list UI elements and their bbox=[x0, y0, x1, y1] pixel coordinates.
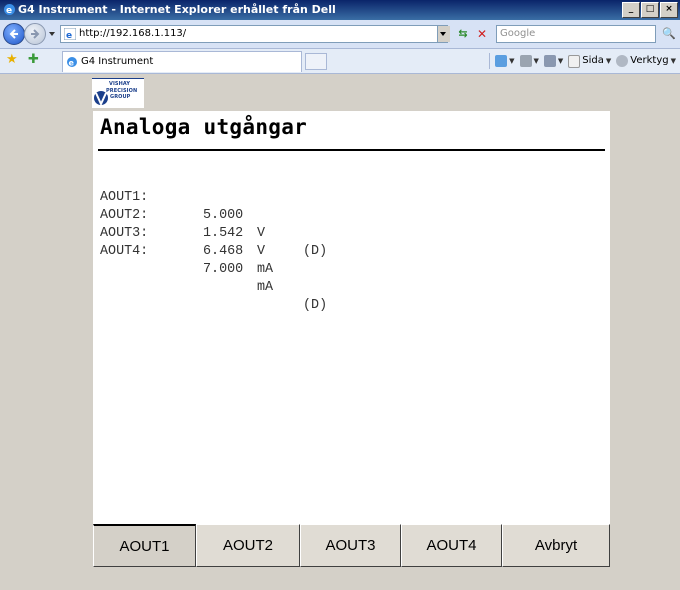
aout2-button[interactable]: AOUT2 bbox=[196, 524, 300, 567]
page-title: Analoga utgångar bbox=[100, 115, 308, 139]
arrow-right-icon bbox=[31, 29, 40, 39]
page-ie-icon: e bbox=[64, 28, 76, 40]
home-button[interactable]: ▼ bbox=[495, 53, 515, 69]
svg-text:e: e bbox=[69, 59, 75, 68]
output-unit: V bbox=[257, 226, 266, 241]
logo-line1: VISHAY bbox=[109, 81, 131, 87]
ie-logo-icon: e bbox=[4, 4, 15, 16]
page-icon bbox=[568, 54, 581, 68]
arrow-left-icon bbox=[9, 29, 18, 39]
svg-text:e: e bbox=[66, 31, 72, 40]
stop-icon[interactable]: ✕ bbox=[474, 26, 490, 42]
search-input[interactable]: Google bbox=[496, 25, 656, 43]
vishay-logo: VISHAY PRECISION GROUP bbox=[92, 78, 144, 108]
home-icon bbox=[495, 55, 508, 67]
output-unit: mA bbox=[257, 262, 274, 277]
output-unit: mA bbox=[257, 280, 274, 295]
output-row-aout4: AOUT4: 7.000 mA (D) bbox=[100, 225, 327, 313]
output-flag: (D) bbox=[303, 298, 328, 313]
feeds-button[interactable]: ▼ bbox=[519, 53, 539, 69]
address-input[interactable]: e http://192.168.1.113/ bbox=[60, 25, 448, 43]
divider bbox=[489, 53, 491, 69]
add-favorites-icon[interactable]: ✚ bbox=[28, 53, 39, 67]
output-row-aout2: AOUT2: 1.542 V bbox=[100, 189, 265, 259]
button-bar: AOUT1 AOUT2 AOUT3 AOUT4 Avbryt bbox=[93, 524, 610, 568]
favorites-star-icon[interactable]: ★ bbox=[6, 53, 18, 67]
page-menu[interactable]: Sida ▼ bbox=[568, 53, 611, 69]
back-button[interactable] bbox=[3, 23, 25, 45]
page-menu-label: Sida bbox=[582, 55, 604, 66]
address-dropdown-button[interactable] bbox=[437, 26, 450, 42]
search-icon[interactable]: 🔍 bbox=[659, 25, 679, 43]
refresh-icon[interactable]: ⇆ bbox=[455, 26, 471, 42]
address-toolbar: e http://192.168.1.113/ ⇆ ✕ Google 🔍 bbox=[0, 20, 680, 49]
output-list: AOUT1: 5.000 V (D) AOUT2: 1.542 V AOUT3:… bbox=[100, 171, 327, 313]
chevron-down-icon bbox=[440, 32, 446, 36]
output-row-aout3: AOUT3: 6.468 mA bbox=[100, 207, 273, 277]
search-placeholder: Google bbox=[500, 28, 536, 39]
aout4-button[interactable]: AOUT4 bbox=[401, 524, 502, 567]
tab-label: G4 Instrument bbox=[81, 56, 154, 67]
maximize-button[interactable]: □ bbox=[641, 2, 659, 18]
print-icon bbox=[543, 55, 556, 67]
tools-icon bbox=[616, 55, 629, 67]
window-title-bar[interactable]: e G4 Instrument - Internet Explorer erhå… bbox=[0, 0, 680, 20]
aout3-button[interactable]: AOUT3 bbox=[300, 524, 401, 567]
tools-menu-label: Verktyg bbox=[630, 55, 669, 66]
feeds-icon bbox=[519, 55, 532, 67]
history-dropdown-icon[interactable] bbox=[48, 30, 56, 38]
print-button[interactable]: ▼ bbox=[543, 53, 563, 69]
tools-menu[interactable]: Verktyg ▼ bbox=[616, 53, 676, 69]
command-bar: ▼ ▼ ▼ Sida ▼ Verktyg ▼ bbox=[489, 53, 676, 69]
window-title: G4 Instrument - Internet Explorer erhåll… bbox=[18, 3, 336, 16]
aout1-button[interactable]: AOUT1 bbox=[93, 524, 196, 567]
output-panel: Analoga utgångar AOUT1: 5.000 V (D) AOUT… bbox=[93, 111, 610, 524]
forward-button[interactable] bbox=[24, 23, 46, 45]
output-value: 1.542 bbox=[203, 226, 244, 241]
minimize-button[interactable]: _ bbox=[622, 2, 640, 18]
logo-line3: GROUP bbox=[110, 94, 131, 100]
cancel-button[interactable]: Avbryt bbox=[502, 524, 610, 567]
address-url: http://192.168.1.113/ bbox=[79, 28, 187, 39]
output-value: 6.468 bbox=[203, 244, 244, 259]
output-label: AOUT4: bbox=[100, 244, 149, 259]
output-value: 5.000 bbox=[203, 208, 244, 223]
title-divider bbox=[98, 149, 605, 151]
output-flag: (D) bbox=[303, 244, 328, 259]
svg-text:e: e bbox=[6, 6, 12, 16]
output-row-aout1: AOUT1: 5.000 V (D) bbox=[100, 171, 327, 259]
new-tab-button[interactable] bbox=[305, 53, 327, 70]
tab-g4-instrument[interactable]: e G4 Instrument bbox=[62, 51, 302, 72]
page-content: VISHAY PRECISION GROUP Analoga utgångar … bbox=[0, 74, 680, 590]
tab-toolbar: ★ ✚ e G4 Instrument ▼ ▼ ▼ Sida ▼ Verktyg ▼ bbox=[0, 49, 680, 74]
close-button[interactable]: × bbox=[660, 2, 678, 18]
tab-ie-icon: e bbox=[67, 57, 77, 68]
output-unit: V bbox=[257, 244, 266, 259]
output-value: 7.000 bbox=[203, 262, 244, 277]
